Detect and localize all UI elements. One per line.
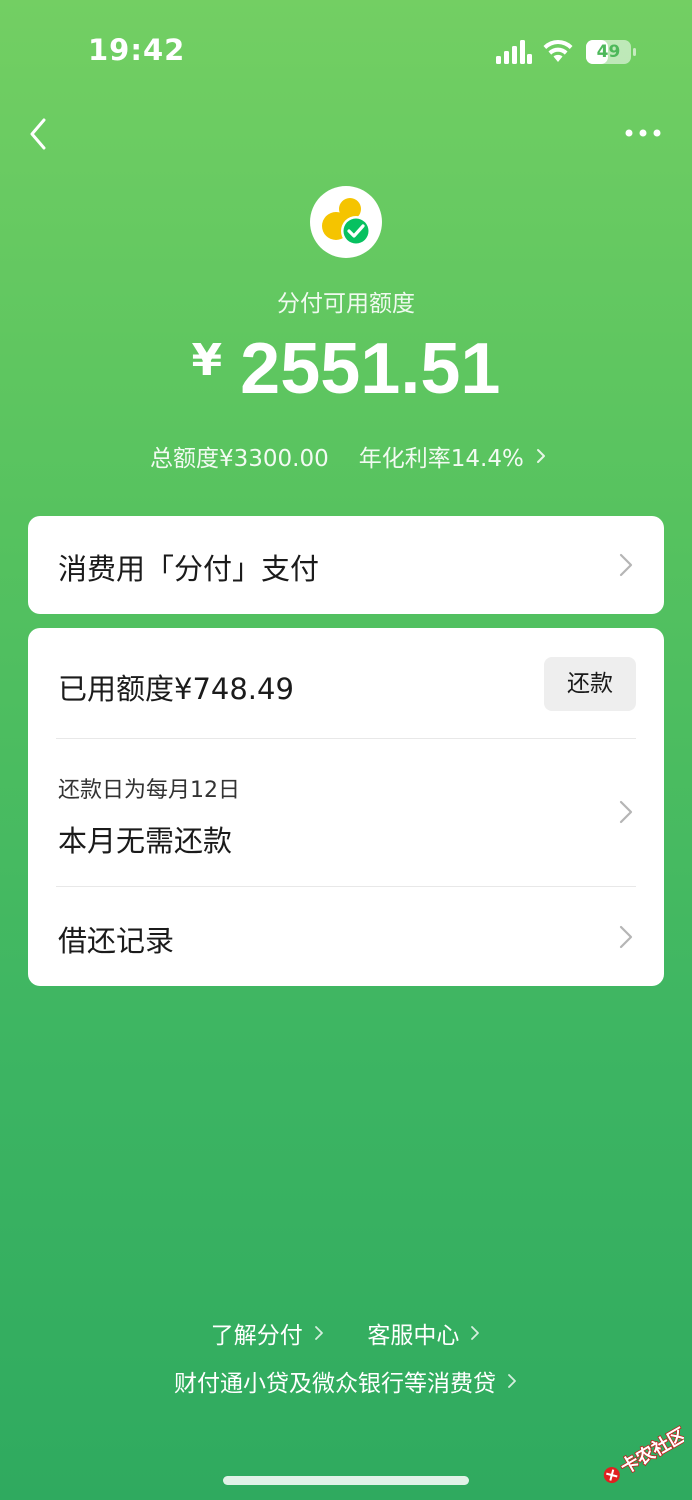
fenfu-logo-icon: [322, 198, 371, 246]
borrow-repay-history-row[interactable]: 借还记录: [28, 887, 664, 986]
watermark-logo: 卡农社区: [588, 1408, 691, 1498]
fenfu-logo: [310, 186, 382, 258]
chevron-right-icon: [471, 1326, 480, 1340]
watermark-text: 卡农社区: [617, 1424, 684, 1479]
pay-with-fenfu-card[interactable]: 消费用「分付」支付: [28, 516, 664, 614]
battery-icon: 49: [586, 40, 636, 64]
due-day-label: 还款日为每月12日: [58, 778, 240, 803]
wifi-icon: [543, 39, 573, 62]
pay-with-fenfu-label: 消费用「分付」支付: [58, 552, 320, 586]
consumer-loan-label: 财付通小贷及微众银行等消费贷: [174, 1371, 496, 1397]
history-label: 借还记录: [58, 924, 175, 958]
learn-fenfu-link[interactable]: 了解分付: [211, 1316, 325, 1350]
footer-links: 了解分付 客服中心: [0, 1316, 692, 1350]
battery-level: 49: [596, 42, 621, 62]
available-amount-value: 2551.51: [240, 329, 501, 409]
chevron-right-icon: [619, 800, 633, 824]
chevron-right-icon: [619, 553, 633, 577]
credit-usage-card: 已用额度¥748.49 还款 还款日为每月12日 本月无需还款 借还记录: [28, 628, 664, 986]
chevron-right-icon: [508, 1374, 516, 1388]
available-credit-label: 分付可用额度: [277, 291, 415, 317]
used-credit-label: 已用额度¥748.49: [58, 672, 294, 706]
cellular-signal-icon: [496, 40, 532, 64]
total-limit-text: 总额度¥3300.00: [150, 446, 329, 472]
home-indicator[interactable]: [223, 1476, 469, 1485]
chevron-right-icon: [619, 925, 633, 949]
consumer-loan-link[interactable]: 财付通小贷及微众银行等消费贷: [174, 1364, 518, 1398]
status-bar: 19:42 49: [0, 0, 692, 100]
available-credit-amount: ¥2551.51: [0, 328, 692, 410]
repayment-schedule-row[interactable]: 还款日为每月12日 本月无需还款: [28, 739, 664, 886]
currency-symbol: ¥: [191, 335, 223, 386]
customer-service-label: 客服中心: [367, 1323, 460, 1349]
annual-rate-text: 年化利率14.4%: [358, 446, 524, 472]
repay-button[interactable]: 还款: [544, 657, 636, 711]
credit-meta-row[interactable]: 总额度¥3300.00 年化利率14.4%: [150, 440, 548, 472]
footer-loan-info: 财付通小贷及微众银行等消费贷: [0, 1364, 692, 1398]
chevron-right-icon: [536, 449, 545, 463]
learn-fenfu-label: 了解分付: [210, 1323, 303, 1349]
chevron-right-icon: [314, 1326, 323, 1340]
customer-service-link[interactable]: 客服中心: [367, 1316, 481, 1350]
due-status-text: 本月无需还款: [58, 824, 233, 858]
more-dots-icon[interactable]: [622, 120, 664, 146]
chevron-left-icon[interactable]: [24, 114, 56, 154]
status-time: 19:42: [88, 33, 186, 67]
